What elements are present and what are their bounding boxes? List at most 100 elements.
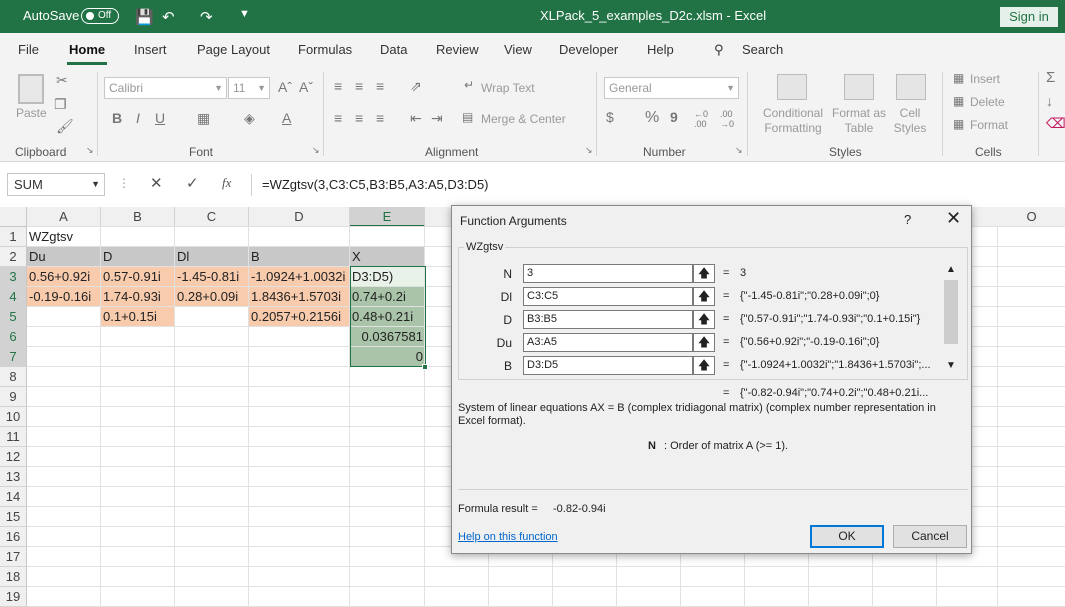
cell-styles-button[interactable]: Cell Styles [886, 106, 934, 136]
cancel-entry-icon[interactable]: ✕ [150, 174, 163, 192]
close-icon[interactable]: ✕ [946, 208, 961, 229]
cell-b4[interactable]: 1.74-0.93i [101, 287, 175, 307]
row-header-5[interactable]: 5 [0, 307, 27, 327]
format-as-table-button[interactable]: Format as Table [830, 106, 888, 136]
column-header-b[interactable]: B [101, 207, 175, 227]
fill-handle[interactable] [422, 364, 428, 370]
arg-input-dl[interactable]: C3:C5 [523, 287, 693, 306]
cancel-button[interactable]: Cancel [893, 525, 967, 548]
cell-styles-icon[interactable] [896, 74, 926, 100]
arg-input-n[interactable]: 3 [523, 264, 693, 283]
cell-d4[interactable]: 1.8436+1.5703i [249, 287, 350, 307]
select-all-corner[interactable] [0, 207, 27, 227]
cell-b5[interactable]: 0.1+0.15i [101, 307, 175, 327]
arg-input-d[interactable]: B3:B5 [523, 310, 693, 329]
search-icon[interactable]: ⚲ [714, 42, 724, 58]
collapse-dialog-icon[interactable]: 🡅 [693, 333, 715, 352]
merge-icon[interactable]: ▤ [462, 110, 473, 124]
scroll-up-icon[interactable]: ▲ [946, 264, 956, 275]
clear-icon[interactable]: ⌫ [1046, 115, 1065, 132]
name-box[interactable]: SUM ▼ [7, 173, 105, 196]
row-header-4[interactable]: 4 [0, 287, 27, 307]
format-cells-button[interactable]: Format [970, 118, 1008, 132]
fill-color-icon[interactable]: ◈ [244, 110, 255, 127]
arg-input-b[interactable]: D3:D5 [523, 356, 693, 375]
row-header-6[interactable]: 6 [0, 327, 27, 347]
row-header-14[interactable]: 14 [0, 487, 27, 507]
orientation-icon[interactable]: ⇗ [410, 78, 422, 95]
decrease-font-icon[interactable]: Aˇ [299, 79, 313, 95]
increase-font-icon[interactable]: Aˆ [278, 79, 292, 95]
conditional-formatting-button[interactable]: Conditional Formatting [761, 106, 825, 136]
collapse-dialog-icon[interactable]: 🡅 [693, 287, 715, 306]
tab-formulas[interactable]: Formulas [298, 42, 352, 57]
row-header-10[interactable]: 10 [0, 407, 27, 427]
comma-style-button[interactable]: 9 [670, 109, 678, 125]
align-middle-icon[interactable]: ≡ [355, 78, 363, 94]
row-header-13[interactable]: 13 [0, 467, 27, 487]
redo-icon[interactable]: ↷ [200, 8, 213, 26]
font-color-icon[interactable]: A [282, 110, 291, 126]
number-format-select[interactable]: General ▼ [604, 77, 739, 99]
underline-button[interactable]: U [155, 110, 165, 126]
column-header-o[interactable]: O [998, 207, 1065, 227]
conditional-formatting-icon[interactable] [777, 74, 807, 100]
row-header-1[interactable]: 1 [0, 227, 27, 247]
column-header-c[interactable]: C [175, 207, 249, 227]
sign-in-button[interactable]: Sign in [1000, 7, 1058, 27]
paste-label[interactable]: Paste [16, 106, 47, 120]
paste-icon[interactable] [18, 74, 44, 104]
row-header-3[interactable]: 3 [0, 267, 27, 287]
row-header-9[interactable]: 9 [0, 387, 27, 407]
column-header-e[interactable]: E [350, 207, 425, 227]
arg-input-du[interactable]: A3:A5 [523, 333, 693, 352]
borders-icon[interactable]: ▦ [197, 110, 210, 127]
number-launcher-icon[interactable]: ↘ [735, 145, 743, 156]
tab-developer[interactable]: Developer [559, 42, 618, 57]
row-header-12[interactable]: 12 [0, 447, 27, 467]
cell-a2[interactable]: Du [27, 247, 101, 267]
cell-d3[interactable]: -1.0924+1.0032i [249, 267, 350, 287]
clipboard-launcher-icon[interactable]: ↘ [86, 145, 94, 156]
customize-toolbar-icon[interactable]: ▼ [239, 8, 250, 20]
column-header-d[interactable]: D [249, 207, 350, 227]
percent-button[interactable]: % [645, 109, 659, 127]
scroll-down-icon[interactable]: ▼ [946, 360, 956, 371]
tab-review[interactable]: Review [436, 42, 479, 57]
row-header-19[interactable]: 19 [0, 587, 27, 607]
row-header-15[interactable]: 15 [0, 507, 27, 527]
row-header-7[interactable]: 7 [0, 347, 27, 367]
align-left-icon[interactable]: ≡ [334, 110, 342, 126]
autosum-icon[interactable]: Σ [1046, 69, 1055, 86]
cell-a4[interactable]: -0.19-0.16i [27, 287, 101, 307]
increase-decimal-icon[interactable]: ←0.00 [694, 109, 708, 129]
collapse-dialog-icon[interactable]: 🡅 [693, 264, 715, 283]
cell-c4[interactable]: 0.28+0.09i [175, 287, 249, 307]
row-header-18[interactable]: 18 [0, 567, 27, 587]
help-link[interactable]: Help on this function [458, 531, 558, 543]
font-name-select[interactable]: Calibri ▼ [104, 77, 227, 99]
cell-a3[interactable]: 0.56+0.92i [27, 267, 101, 287]
align-center-icon[interactable]: ≡ [355, 110, 363, 126]
tab-data[interactable]: Data [380, 42, 407, 57]
delete-cells-icon[interactable]: ▦ [953, 94, 964, 108]
fill-icon[interactable]: ↓ [1046, 93, 1053, 109]
collapse-dialog-icon[interactable]: 🡅 [693, 356, 715, 375]
cell-d5[interactable]: 0.2057+0.2156i [249, 307, 350, 327]
tab-file[interactable]: File [18, 42, 39, 57]
insert-cells-button[interactable]: Insert [970, 72, 1000, 86]
row-header-17[interactable]: 17 [0, 547, 27, 567]
cell-e2[interactable]: X [350, 247, 425, 267]
ok-button[interactable]: OK [810, 525, 884, 548]
align-right-icon[interactable]: ≡ [376, 110, 384, 126]
cell-c3[interactable]: -1.45-0.81i [175, 267, 249, 287]
format-as-table-icon[interactable] [844, 74, 874, 100]
cell-b3[interactable]: 0.57-0.91i [101, 267, 175, 287]
column-header-a[interactable]: A [27, 207, 101, 227]
collapse-dialog-icon[interactable]: 🡅 [693, 310, 715, 329]
help-icon[interactable]: ? [904, 212, 911, 227]
cell-c2[interactable]: Dl [175, 247, 249, 267]
tab-page-layout[interactable]: Page Layout [197, 42, 270, 57]
align-bottom-icon[interactable]: ≡ [376, 78, 384, 94]
tab-help[interactable]: Help [647, 42, 674, 57]
